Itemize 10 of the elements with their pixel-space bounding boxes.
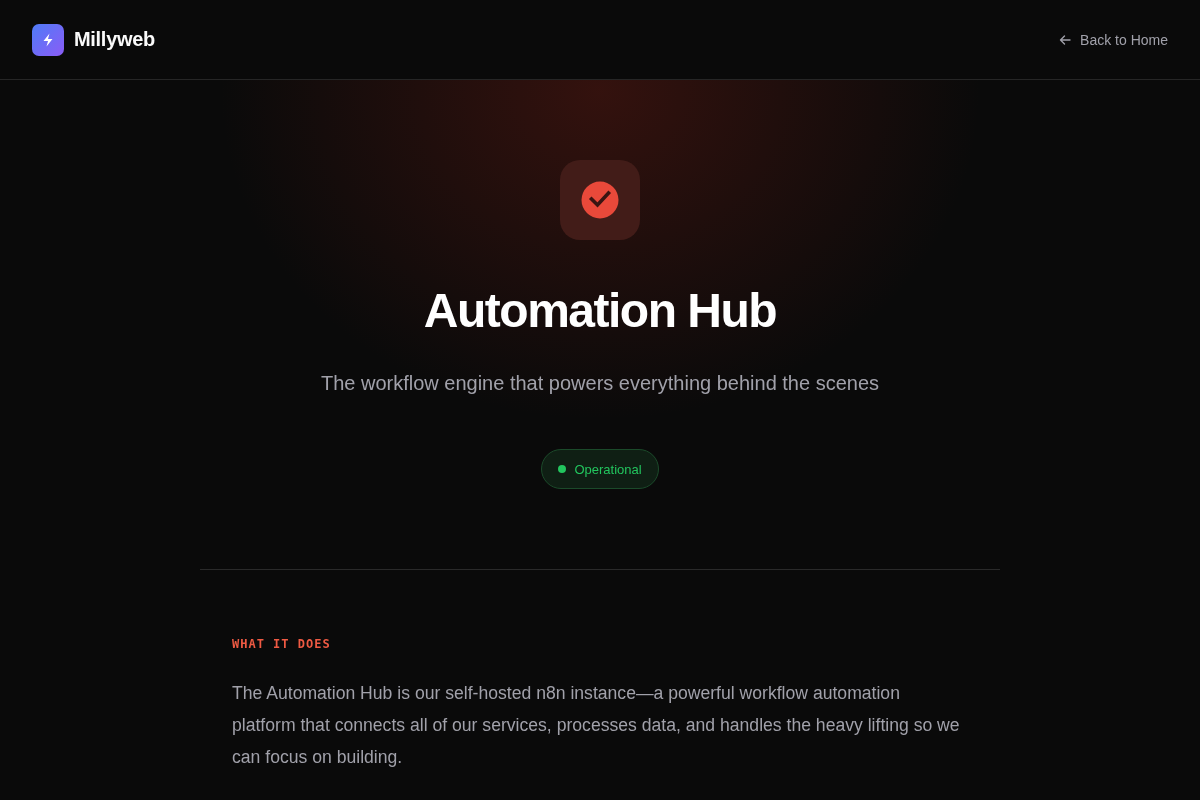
brand-name: Millyweb (74, 28, 155, 51)
status-badge: Operational (541, 449, 659, 489)
page-title: Automation Hub (423, 284, 777, 337)
lightning-logo-icon (32, 23, 64, 56)
section-paragraph: The Automation Hub is our self-hosted n8n instance—a powerful workflow automation platform that connects all of our services, processes data, and handles the heavy lifting so we can focus on building. (232, 682, 961, 769)
back-to-home-link[interactable]: Back to Home (1059, 31, 1168, 48)
arrow-left-icon (1059, 33, 1072, 46)
page-subtitle: The workflow engine that powers everything behind the scenes (320, 371, 880, 396)
section-label: WHAT IT DOES (232, 636, 331, 652)
status-dot-icon (558, 465, 567, 473)
